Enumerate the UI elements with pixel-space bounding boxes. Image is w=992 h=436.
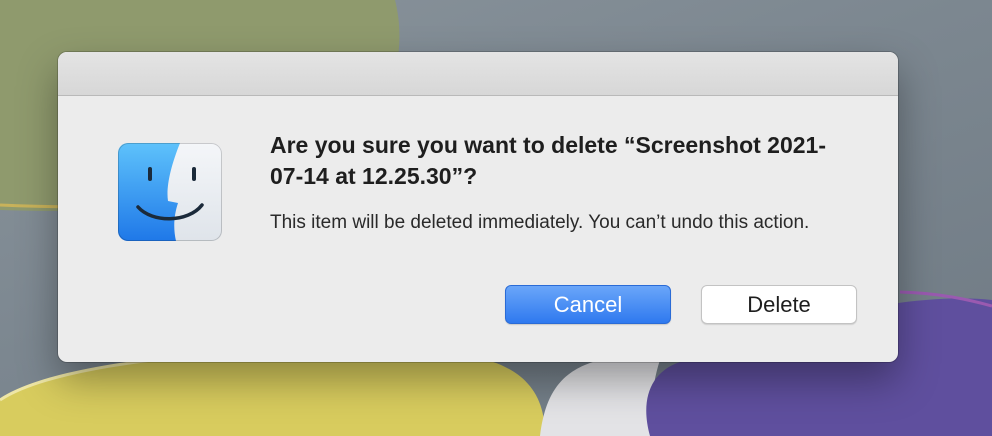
dialog-titlebar[interactable] xyxy=(58,52,898,96)
dialog-title: Are you sure you want to delete “Screens… xyxy=(270,132,826,189)
finder-icon xyxy=(118,143,222,241)
cancel-button[interactable]: Cancel xyxy=(505,285,671,324)
delete-confirmation-dialog: Are you sure you want to delete “Screens… xyxy=(58,52,898,362)
delete-button[interactable]: Delete xyxy=(701,285,857,324)
dialog-message: This item will be deleted immediately. Y… xyxy=(270,212,810,233)
